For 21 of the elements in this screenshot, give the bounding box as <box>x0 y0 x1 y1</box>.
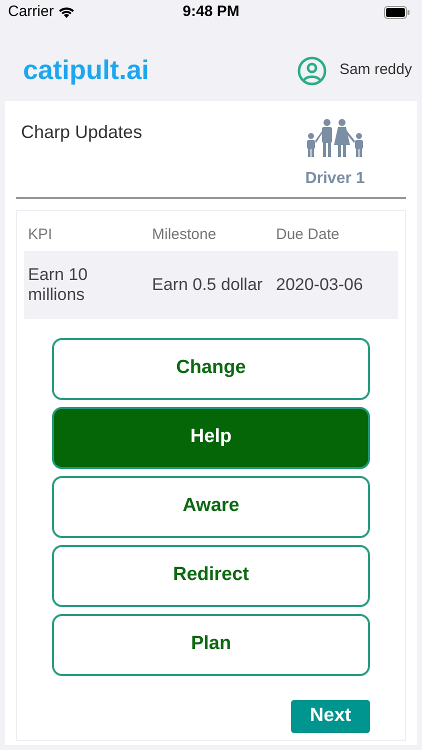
driver-label: Driver 1 <box>305 169 365 189</box>
wifi-icon <box>58 6 75 18</box>
user-name: Sam reddy <box>339 60 412 80</box>
next-button[interactable]: Next <box>291 700 370 732</box>
battery-icon <box>384 6 410 18</box>
app-logo: catipult.ai <box>23 54 150 88</box>
column-header: Milestone <box>151 225 218 245</box>
column-header: Due Date <box>275 225 340 245</box>
table-cell-text: Earn 10 millions <box>27 264 89 304</box>
time-label: 9:48 PM <box>182 2 240 22</box>
carrier-label: Carrier <box>8 2 54 22</box>
option-button[interactable]: Change <box>52 338 370 400</box>
table-cell-text: 2020-03-06 <box>275 274 364 294</box>
option-button[interactable]: Plan <box>52 614 370 676</box>
table-cell-text: Earn 0.5 dollar <box>151 274 264 294</box>
card-title: Charp Updates <box>21 121 142 144</box>
option-button[interactable]: Redirect <box>52 544 370 606</box>
user-avatar-icon[interactable] <box>297 56 328 86</box>
column-header: KPI <box>27 225 54 245</box>
option-button[interactable]: Help <box>52 406 370 468</box>
option-button[interactable]: Aware <box>52 476 370 538</box>
